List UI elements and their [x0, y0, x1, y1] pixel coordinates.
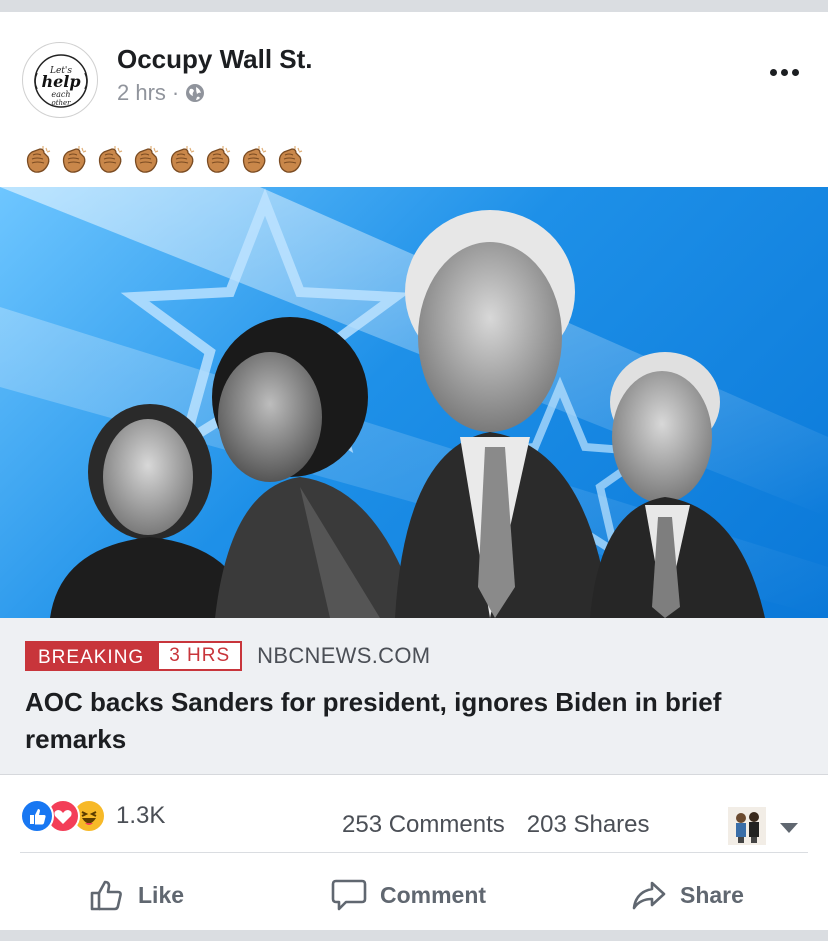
post-text — [22, 140, 306, 180]
comment-label: Comment — [380, 881, 487, 908]
more-dot — [780, 68, 788, 76]
comment-button[interactable]: Comment — [330, 876, 486, 914]
time-badge: 3 HRS — [157, 641, 243, 671]
reaction-count[interactable]: 1.3K — [116, 802, 165, 830]
svg-text:other: other — [51, 99, 71, 107]
badge-row: BREAKING 3 HRS NBCNEWS.COM — [25, 641, 430, 671]
link-source: NBCNEWS.COM — [257, 643, 431, 668]
comments-count[interactable]: 253 Comments — [342, 811, 505, 839]
lets-help-each-other-logo: Let's help each other — [34, 54, 88, 108]
breaking-badge: BREAKING — [25, 641, 158, 671]
link-headline[interactable]: AOC backs Sanders for president, ignores… — [25, 684, 795, 758]
clapping-hands-icon — [134, 146, 159, 173]
reactions-summary[interactable]: 1.3K — [20, 799, 165, 833]
link-preview-image[interactable] — [0, 187, 828, 618]
post-card: Let's help each other Occupy Wall St. 2 … — [0, 12, 828, 930]
clapping-hands-icon — [98, 146, 123, 173]
like-reaction-icon — [20, 799, 54, 833]
meta-separator: · — [171, 80, 180, 105]
viewer-avatar[interactable] — [728, 807, 766, 845]
globe-icon — [186, 84, 205, 102]
clapping-hands-icon — [278, 146, 303, 173]
page-name[interactable]: Occupy Wall St. — [117, 44, 313, 75]
engagement-counts: 253 Comments 203 Shares — [342, 811, 650, 839]
shares-count[interactable]: 203 Shares — [527, 811, 650, 839]
share-label: Share — [680, 881, 744, 908]
action-bar: Like Comment Share — [0, 854, 828, 934]
divider — [20, 852, 808, 853]
chevron-down-icon[interactable] — [780, 823, 798, 833]
post-meta: 2 hrs · — [117, 80, 205, 106]
svg-text:each: each — [51, 90, 70, 99]
more-options-button[interactable] — [764, 62, 804, 82]
clapping-hands-icon — [62, 146, 87, 173]
clapping-hands-icon — [170, 146, 195, 173]
page-avatar[interactable]: Let's help each other — [22, 42, 98, 118]
news-photo-illustration — [0, 187, 828, 618]
more-dot — [769, 68, 777, 76]
svg-text:help: help — [41, 72, 80, 91]
share-button[interactable]: Share — [630, 876, 744, 914]
clapping-hands-icon — [242, 146, 267, 173]
share-arrow-icon — [632, 881, 666, 910]
clapping-hands-icon — [26, 146, 51, 173]
more-dot — [791, 68, 799, 76]
link-preview[interactable]: BREAKING 3 HRS NBCNEWS.COM AOC backs San… — [0, 618, 828, 775]
clapping-hands-icon — [206, 146, 231, 173]
thumbs-up-icon — [90, 880, 122, 911]
like-button[interactable]: Like — [88, 876, 184, 914]
post-time[interactable]: 2 hrs — [117, 80, 166, 106]
comment-bubble-icon — [331, 879, 367, 911]
like-label: Like — [138, 881, 185, 908]
